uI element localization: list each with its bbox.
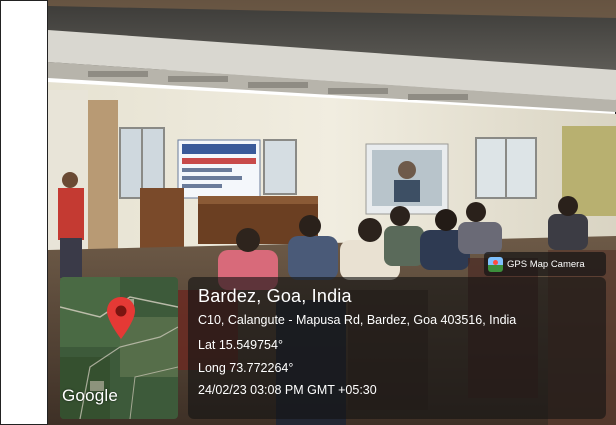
map-pin-icon [107, 297, 135, 339]
gps-map-camera-badge: GPS Map Camera [484, 252, 606, 276]
location-title: Bardez, Goa, India [198, 286, 352, 306]
location-latitude: Lat 15.549754° [198, 338, 283, 352]
location-timestamp: 24/02/23 03:08 PM GMT +05:30 [198, 383, 377, 397]
location-address: C10, Calangute - Mapusa Rd, Bardez, Goa … [198, 313, 517, 327]
badge-label: GPS Map Camera [507, 258, 585, 270]
map-provider-label: Google [62, 386, 119, 405]
location-longitude: Long 73.772264° [198, 361, 294, 375]
gps-map-camera-app-icon [488, 256, 503, 272]
